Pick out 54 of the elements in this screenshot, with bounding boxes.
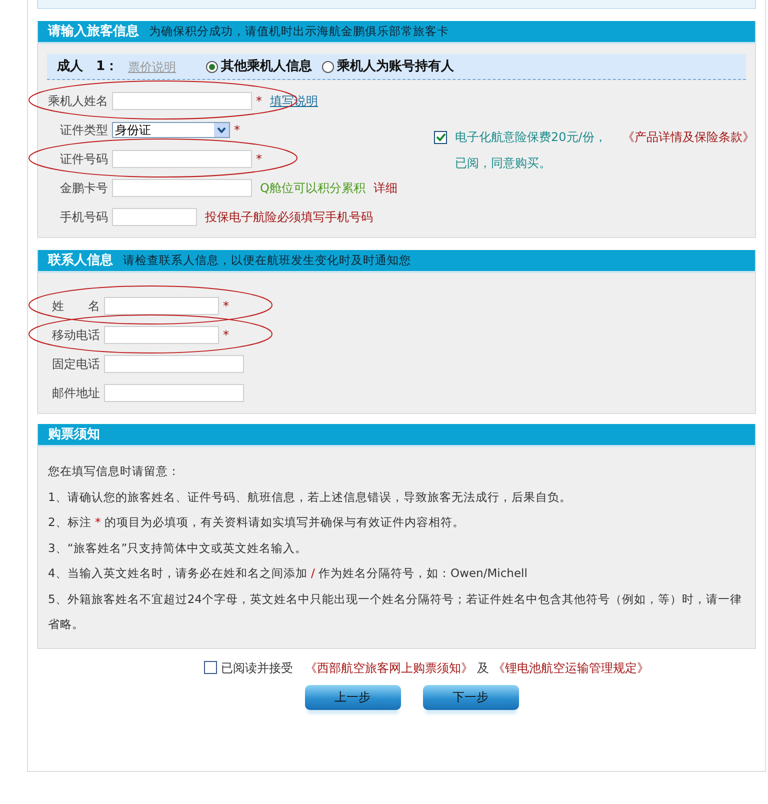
input-field[interactable] xyxy=(104,326,219,344)
back-button[interactable]: 上一步 xyxy=(304,684,400,710)
input-field[interactable] xyxy=(112,178,252,196)
agreement-text: 及 xyxy=(477,660,489,676)
section-subtitle: 请检查联系人信息，以便在航班发生变化时及时通知您 xyxy=(123,252,411,269)
field-label: 邮件地址 xyxy=(51,384,100,402)
field-label: 固定电话 xyxy=(51,356,100,372)
section-subtitle: 为确保积分成功，请值机时出示海航金鹏俱乐部常旅客卡 xyxy=(149,22,449,40)
field-label: 乘机人姓名 xyxy=(47,92,108,110)
passenger-label: 成人 1： xyxy=(57,58,118,76)
section-title: 联系人信息 xyxy=(48,252,113,270)
field-label: 手机号码 xyxy=(59,208,108,226)
terms-link[interactable]: 《西部航空旅客网上购票须知》 xyxy=(305,658,473,676)
terms-link[interactable]: 《产品详情及保险条款》 xyxy=(622,124,754,150)
caret-icon xyxy=(217,126,226,132)
input-field[interactable] xyxy=(112,92,252,110)
required-mark: * xyxy=(256,92,262,110)
section-title: 请输入旅客信息 xyxy=(48,22,139,41)
input-field[interactable] xyxy=(104,296,219,314)
input-field[interactable] xyxy=(104,354,244,372)
hint-text: 投保电子航险必须填写手机号码 xyxy=(205,208,373,226)
notice-item: 3、“旅客姓名”只支持简体中文或英文姓名输入。 xyxy=(48,540,308,556)
checkbox[interactable] xyxy=(434,130,447,144)
required-mark: * xyxy=(223,326,229,344)
field-label: 证件号码 xyxy=(59,150,108,168)
field-label: 移动电话 xyxy=(51,326,100,344)
section-title: 购票须知 xyxy=(48,426,100,444)
field-label: 金鹏卡号 xyxy=(59,180,108,196)
notice-item: 5、外籍旅客姓名不宜超过24个字母，英文姓名中只能出现一个姓名分隔符号；若证件姓名中包含其他符号（例如，等）时，请一律省略。 xyxy=(48,590,743,633)
notice-intro: 您在填写信息时请留意： xyxy=(48,463,181,480)
required-mark: * xyxy=(234,122,240,138)
notice-item: 4、当输入英文姓名时，请务必在姓和名之间添加 / 作为姓名分隔符号，如：Owen/Michell xyxy=(48,565,528,582)
insurance-text: 电子化航意险保费20元/份， xyxy=(455,129,606,146)
required-mark: * xyxy=(256,150,262,168)
input-field[interactable] xyxy=(112,208,197,226)
input-field[interactable] xyxy=(112,150,252,168)
input-field[interactable] xyxy=(104,384,244,402)
radio-button[interactable] xyxy=(322,60,334,72)
checkbox[interactable] xyxy=(204,661,217,674)
required-mark: * xyxy=(223,298,229,314)
hint-text: Q舱位可以积分累积 xyxy=(260,180,366,196)
radio-label: 其他乘机人信息 xyxy=(221,58,312,76)
select-field[interactable]: 身份证 xyxy=(112,122,230,138)
agreement-text: 已阅读并接受 xyxy=(221,660,293,676)
next-button[interactable]: 下一步 xyxy=(422,684,518,710)
field-label: 证件类型 xyxy=(59,122,108,138)
insurance-text: 已阅，同意购买。 xyxy=(454,155,552,172)
field-label: 姓 名 xyxy=(51,298,100,314)
hint-text: 详细 xyxy=(373,180,398,196)
radio-label: 乘机人为账号持有人 xyxy=(337,58,454,76)
notice-item: 1、请确认您的旅客姓名、证件号码、航班信息，若上述信息错误，导致旅客无法成行，后果自负。 xyxy=(48,488,572,506)
terms-link[interactable]: 《锂电池航空运输管理规定》 xyxy=(493,658,649,676)
notice-item: 2、标注 * 的项目为必填项，有关资料请如实填写并确保与有效证件内容相符。 xyxy=(48,514,466,531)
radio-button[interactable] xyxy=(206,60,218,72)
